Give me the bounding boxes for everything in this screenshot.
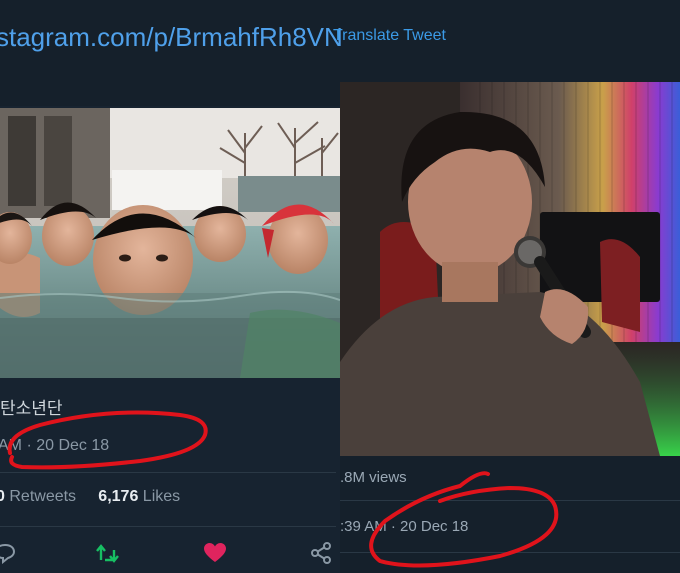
divider-left-2: [0, 526, 336, 527]
retweet-icon[interactable]: [96, 540, 122, 566]
tweet-stats: 0 Retweets 6,176 Likes: [0, 488, 180, 506]
translate-tweet-link[interactable]: Translate Tweet: [333, 27, 446, 45]
like-icon[interactable]: [202, 540, 228, 566]
group-pool-photo[interactable]: [0, 108, 340, 378]
group-pool-photo-art: [0, 108, 340, 378]
retweets-count[interactable]: 0: [0, 488, 5, 505]
instagram-link[interactable]: stagram.com/p/BrmahfRh8VN: [0, 22, 343, 53]
share-icon[interactable]: [308, 540, 334, 566]
singer-video-art: [340, 82, 680, 456]
reply-icon[interactable]: [0, 540, 18, 566]
divider-left-1: [0, 472, 336, 473]
likes-label[interactable]: Likes: [143, 488, 180, 505]
retweets-label[interactable]: Retweets: [9, 488, 76, 505]
singer-video-still[interactable]: [340, 82, 680, 456]
red-circle-annotation-left: [7, 410, 208, 470]
red-circle-annotation-right: [369, 471, 559, 568]
likes-count[interactable]: 6,176: [98, 488, 138, 505]
